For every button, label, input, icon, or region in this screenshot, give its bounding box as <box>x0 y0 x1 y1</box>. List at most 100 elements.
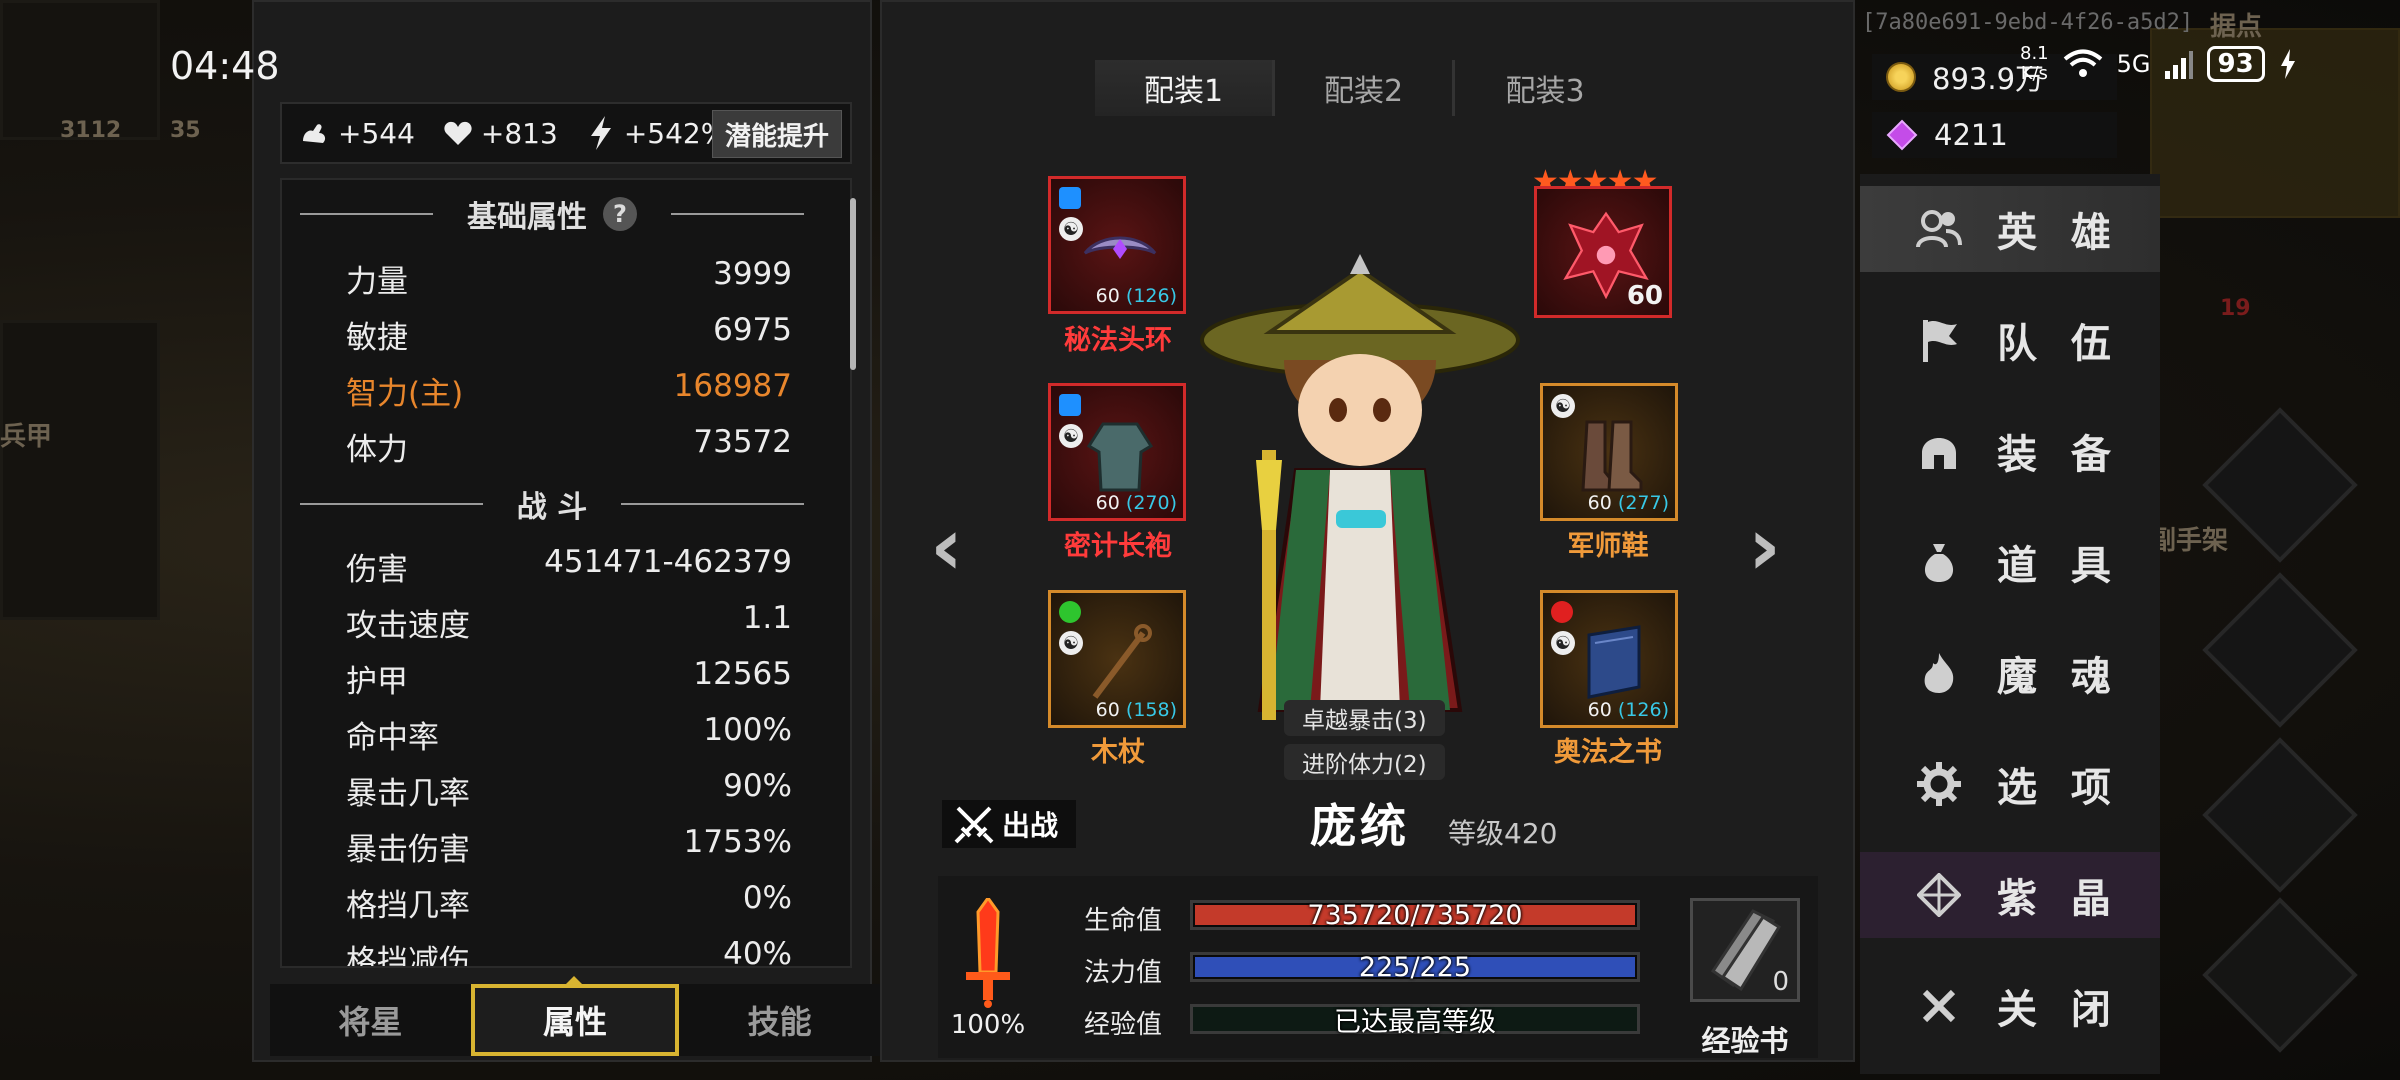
prev-hero-arrow[interactable]: ‹ <box>930 500 963 593</box>
tab-attributes[interactable]: 属性 <box>470 984 680 1056</box>
morale-percent: 100% <box>950 1010 1026 1040</box>
sortie-button[interactable]: 出战 <box>942 800 1076 848</box>
menu-items[interactable]: 道 具 <box>1860 519 2160 605</box>
equip-slot-pet[interactable]: 60 <box>1534 186 1672 318</box>
menu-soul[interactable]: 魔 魂 <box>1860 630 2160 716</box>
equip-name-book: 奥法之书 <box>1554 737 1662 768</box>
attr-value: 1.1 <box>742 600 792 636</box>
attr-row-stamina: 体力 73572 <box>346 424 792 469</box>
menu-crystal-label: 紫 晶 <box>1997 876 2121 922</box>
attr-row-armor: 护甲 12565 <box>346 656 792 701</box>
menu-options[interactable]: 选 项 <box>1860 741 2160 827</box>
mp-value: 225/225 <box>1358 951 1472 983</box>
flame-icon <box>1915 649 1963 697</box>
menu-team[interactable]: 队 伍 <box>1860 297 2160 383</box>
loadout-tabs: 配装1 配装2 配装3 <box>1095 60 1635 116</box>
attr-value: 168987 <box>673 368 792 404</box>
bonus-bar: +544 +813 +542% 潜能提升 <box>280 102 852 164</box>
attr-label: 护甲 <box>346 664 408 700</box>
divider <box>621 503 805 505</box>
next-hero-arrow[interactable]: › <box>1748 500 1781 593</box>
divider <box>300 503 483 505</box>
bonus-vitality-value: +813 <box>480 116 558 150</box>
flag-icon <box>1915 316 1963 364</box>
tab-skills[interactable]: 技能 <box>679 984 880 1056</box>
headband-icon <box>1083 236 1157 259</box>
menu-close-label: 关 闭 <box>1997 987 2121 1033</box>
attr-label: 智力(主) <box>346 376 464 412</box>
exp-book-slot[interactable]: 0 <box>1690 898 1800 1002</box>
divider <box>671 213 804 215</box>
tab-loadout-1[interactable]: 配装1 <box>1095 60 1275 116</box>
boots-icon <box>1581 420 1643 492</box>
yin-yang-icon: ☯ <box>1059 424 1083 448</box>
close-icon <box>1915 982 1963 1030</box>
gem-socket-icon <box>1059 187 1081 209</box>
hp-label: 生命值 <box>1084 906 1163 936</box>
robe-icon <box>1086 422 1154 492</box>
attr-row-damage: 伤害 451471-462379 <box>346 544 792 589</box>
bg-count-a: 3112 <box>60 118 122 143</box>
menu-heroes[interactable]: 英 雄 <box>1860 186 2160 272</box>
help-icon[interactable]: ? <box>603 197 637 231</box>
yin-yang-icon: ☯ <box>1551 631 1575 655</box>
mp-label: 法力值 <box>1084 958 1163 988</box>
menu-soul-label: 魔 魂 <box>1997 654 2121 700</box>
bg-map-badge: 19 <box>2220 296 2251 321</box>
bg-map-label: 据点 <box>2210 12 2263 42</box>
attr-row-agility: 敏捷 6975 <box>346 312 792 357</box>
attr-label: 攻击速度 <box>346 608 470 644</box>
equip-level: 60 (158) <box>1095 699 1177 721</box>
attr-label: 格挡减伤 <box>346 944 470 968</box>
attr-value: 73572 <box>693 424 792 460</box>
attr-label: 伤害 <box>346 552 408 588</box>
attr-value: 1753% <box>683 824 792 860</box>
equip-slot-boots[interactable]: ☯ 60 (277) <box>1540 383 1678 521</box>
attribute-list[interactable]: 基础属性 ? 力量 3999 敏捷 6975 智力(主) 168987 体力 7… <box>280 178 852 968</box>
bg-left-label: 兵甲 <box>0 422 53 452</box>
equip-name-boots: 军师鞋 <box>1567 531 1649 562</box>
attr-label: 暴击几率 <box>346 776 470 812</box>
potential-upgrade-button[interactable]: 潜能提升 <box>711 110 842 158</box>
gold-coin-icon <box>1886 62 1916 92</box>
attr-row-crit-chance: 暴击几率 90% <box>346 768 792 813</box>
hp-bar: 735720/735720 <box>1190 900 1640 931</box>
tab-loadout-2[interactable]: 配装2 <box>1275 60 1455 116</box>
strength-arm-icon <box>298 116 332 150</box>
tab-stars[interactable]: 将星 <box>270 984 471 1056</box>
equip-slot-robe[interactable]: ☯ 60 (270) <box>1048 383 1186 521</box>
attribute-scrollbar[interactable] <box>850 198 856 370</box>
crystal-icon <box>1915 871 1963 919</box>
bonus-strength: +544 <box>298 116 415 150</box>
attr-row-attack-speed: 攻击速度 1.1 <box>346 600 792 645</box>
net-speed: 8.1 K/s <box>2020 43 2049 84</box>
menu-crystal[interactable]: 紫 晶 <box>1860 852 2160 938</box>
hero-level: 等级420 <box>1448 817 1558 850</box>
bg-slot-2 <box>0 320 160 620</box>
equip-slot-staff[interactable]: ☯ 60 (158) <box>1048 590 1186 728</box>
equip-level: 60 (277) <box>1587 492 1669 514</box>
attr-label: 命中率 <box>346 720 439 756</box>
wifi-icon <box>2063 49 2102 77</box>
heart-icon <box>441 116 475 150</box>
equip-slot-book[interactable]: ☯ 60 (126) <box>1540 590 1678 728</box>
attr-label: 力量 <box>346 264 408 300</box>
equip-level: 60 (126) <box>1587 699 1669 721</box>
basic-attrs-title: 基础属性 <box>467 200 587 235</box>
attr-value: 3999 <box>713 256 792 292</box>
left-panel-tabs: 将星 属性 技能 <box>270 984 880 1056</box>
tab-loadout-3[interactable]: 配装3 <box>1455 60 1635 116</box>
attr-value: 100% <box>703 712 792 748</box>
menu-equipment[interactable]: 装 备 <box>1860 408 2160 494</box>
exp-bar: 已达最高等级 <box>1190 1004 1640 1038</box>
menu-team-label: 队 伍 <box>1997 321 2121 367</box>
menu-close[interactable]: 关 闭 <box>1860 963 2160 1049</box>
morale-sword-icon <box>958 895 1018 1008</box>
equip-slot-headband[interactable]: ☯ 60 (126) <box>1048 176 1186 314</box>
attr-row-intellect-primary: 智力(主) 168987 <box>346 368 792 413</box>
combat-attrs-header: 战 斗 <box>282 482 822 526</box>
attr-value: 90% <box>723 768 792 804</box>
yin-yang-icon: ☯ <box>1059 631 1083 655</box>
lightning-icon <box>584 116 618 150</box>
crossed-swords-icon <box>954 806 994 844</box>
